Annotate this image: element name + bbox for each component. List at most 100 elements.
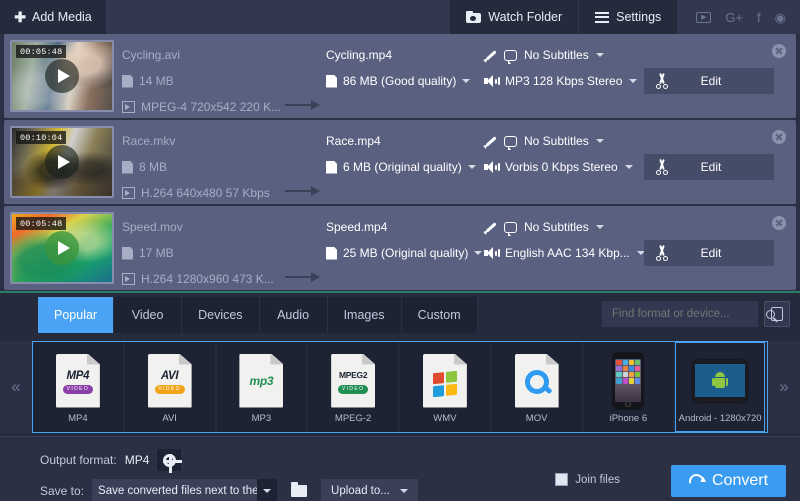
preset-card-mpeg2[interactable]: MPEG2 VIDEO MPEG-2 [308,342,398,432]
movavi-icon[interactable]: ◉ [775,11,786,24]
settings-button[interactable]: Settings [579,0,678,34]
remove-file-icon[interactable] [772,216,786,230]
preset-label: AVI [162,413,177,424]
tab-video[interactable]: Video [114,297,182,333]
subtitles-dropdown[interactable]: No Subtitles [484,128,604,154]
preset-card-iphone6[interactable]: iPhone 6 [584,342,674,432]
bottom-bar: Output format: MP4 Save to: Save convert… [0,436,800,501]
facebook-icon[interactable]: f [757,11,761,24]
subtitles-value: No Subtitles [524,48,589,62]
remove-file-icon[interactable] [772,44,786,58]
audio-track-dropdown[interactable]: English AAC 134 Kbp... [484,240,645,266]
conversion-arrow-icon [285,276,319,278]
quicktime-logo-icon [510,351,564,411]
preset-card-mp4[interactable]: MP4 VIDEO MP4 [33,342,123,432]
preset-tabs: Popular Video Devices Audio Images Custo… [38,297,478,333]
preset-card-mov[interactable]: MOV [492,342,582,432]
chevron-down-icon[interactable] [257,479,277,501]
preset-card-android[interactable]: Android - 1280x720 [675,342,765,432]
scroll-left-button[interactable]: « [0,341,32,433]
video-thumbnail[interactable]: 00:10:04 [10,126,114,198]
search-input[interactable] [602,308,766,320]
pencil-icon[interactable] [484,221,497,234]
save-to-label: Save to: [40,484,84,498]
target-size-dropdown[interactable]: 6 MB (Original quality) [326,154,486,180]
watch-folder-button[interactable]: Watch Folder [450,0,579,34]
save-to-dropdown[interactable]: Save converted files next to the o [92,479,277,501]
pencil-icon[interactable] [484,49,497,62]
mpeg2-badge: VIDEO [338,385,368,394]
target-filename: Race.mp4 [326,128,486,154]
chevron-down-icon[interactable] [596,53,604,57]
join-files-checkbox[interactable]: Join files [555,473,620,486]
play-icon[interactable] [45,145,79,179]
video-thumbnail[interactable]: 00:05:48 [10,40,114,112]
document-icon [326,75,337,88]
iphone-icon [601,351,655,411]
tab-label: Devices [198,308,242,322]
google-plus-icon[interactable]: G+ [725,11,743,24]
chevron-down-icon[interactable] [596,139,604,143]
source-filename: Race.mkv [122,128,312,154]
chevron-down-icon[interactable] [629,79,637,83]
chevron-down-icon[interactable] [596,225,604,229]
target-size-dropdown[interactable]: 25 MB (Original quality) [326,240,486,266]
device-search-icon [771,307,783,321]
target-filename: Cycling.mp4 [326,42,486,68]
search-box[interactable] [602,301,758,327]
edit-label: Edit [670,160,752,174]
target-size-dropdown[interactable]: 86 MB (Good quality) [326,68,486,94]
scroll-right-button[interactable]: » [768,341,800,433]
plus-icon: ✚ [14,10,26,24]
source-codec: H.264 1280x960 473 K... [141,272,274,286]
chevron-down-icon[interactable] [625,165,633,169]
edit-button[interactable]: Edit [644,154,774,180]
scissors-icon [654,245,670,261]
audio-track-dropdown[interactable]: MP3 128 Kbps Stereo [484,68,637,94]
play-icon[interactable] [45,231,79,265]
add-media-button[interactable]: ✚ Add Media [0,0,106,34]
audio-track-dropdown[interactable]: Vorbis 0 Kbps Stereo [484,154,633,180]
audio-value: MP3 128 Kbps Stereo [505,74,622,88]
file-row[interactable]: 00:05:48 Speed.mov 17 MB H.264 1280x960 … [4,206,796,290]
subtitles-dropdown[interactable]: No Subtitles [484,214,604,240]
subtitles-value: No Subtitles [524,134,589,148]
chevron-right-icon: » [779,377,788,397]
convert-button[interactable]: Convert [671,465,786,497]
file-row[interactable]: 00:10:04 Race.mkv 8 MB H.264 640x480 57 … [4,120,796,204]
edit-button[interactable]: Edit [644,68,774,94]
chevron-down-icon[interactable] [468,165,476,169]
preset-card-avi[interactable]: AVI VIDEO AVI [125,342,215,432]
document-icon [326,247,337,260]
preset-card-wmv[interactable]: WMV [400,342,490,432]
file-row[interactable]: 00:05:48 Cycling.avi 14 MB MPEG-4 720x54… [4,34,796,118]
tab-images[interactable]: Images [328,297,402,333]
mp3-file-icon: mp3 [234,351,288,411]
tab-devices[interactable]: Devices [182,297,259,333]
video-thumbnail[interactable]: 00:05:48 [10,212,114,284]
checkbox-box[interactable] [555,473,568,486]
top-toolbar: ✚ Add Media Watch Folder Settings ▶ G+ f… [0,0,800,34]
chevron-down-icon[interactable] [400,489,408,493]
edit-button[interactable]: Edit [644,240,774,266]
source-column: Race.mkv 8 MB H.264 640x480 57 Kbps [122,128,312,206]
source-filename: Speed.mov [122,214,312,240]
tab-audio[interactable]: Audio [260,297,328,333]
audio-value: English AAC 134 Kbp... [505,246,630,260]
tab-custom[interactable]: Custom [402,297,478,333]
remove-file-icon[interactable] [772,130,786,144]
subtitles-dropdown[interactable]: No Subtitles [484,42,604,68]
pencil-icon[interactable] [484,135,497,148]
format-settings-button[interactable] [157,449,181,471]
browse-folder-button[interactable] [285,479,313,501]
play-icon[interactable] [45,59,79,93]
upload-to-dropdown[interactable]: Upload to... [321,479,418,501]
chevron-down-icon[interactable] [462,79,470,83]
source-size: 17 MB [139,246,174,260]
speaker-icon [484,247,498,259]
tab-popular[interactable]: Popular [38,297,114,333]
chevron-down-icon[interactable] [474,251,482,255]
youtube-icon[interactable]: ▶ [696,12,711,23]
preset-card-mp3[interactable]: mp3 MP3 [217,342,307,432]
scissors-icon [654,73,670,89]
